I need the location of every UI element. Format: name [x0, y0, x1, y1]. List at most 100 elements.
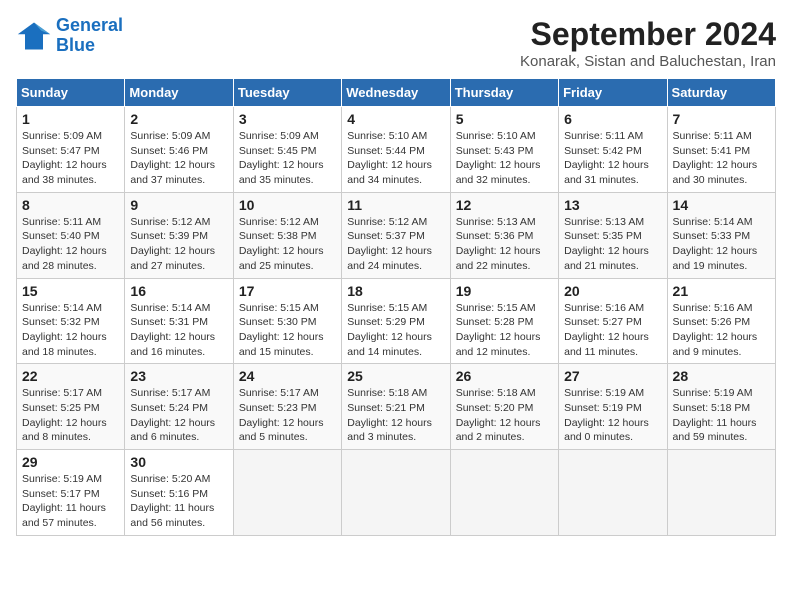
- day-number: 28: [673, 368, 770, 384]
- calendar-cell: 4 Sunrise: 5:10 AM Sunset: 5:44 PM Daylig…: [342, 107, 450, 193]
- day-info: Sunrise: 5:16 AM Sunset: 5:26 PM Dayligh…: [673, 301, 770, 360]
- day-number: 7: [673, 111, 770, 127]
- day-info: Sunrise: 5:19 AM Sunset: 5:18 PM Dayligh…: [673, 386, 770, 445]
- week-row-1: 1 Sunrise: 5:09 AM Sunset: 5:47 PM Daylig…: [17, 107, 776, 193]
- calendar-cell: 3Sunrise: 5:09 AM Sunset: 5:45 PM Daylig…: [233, 107, 341, 193]
- day-info: Sunrise: 5:11 AM Sunset: 5:41 PM Dayligh…: [673, 129, 770, 188]
- calendar-cell: 23 Sunrise: 5:17 AM Sunset: 5:24 PM Dayli…: [125, 364, 233, 450]
- day-info: Sunrise: 5:16 AM Sunset: 5:27 PM Dayligh…: [564, 301, 661, 360]
- weekday-header-saturday: Saturday: [667, 79, 775, 107]
- weekday-header-friday: Friday: [559, 79, 667, 107]
- day-info: Sunrise: 5:18 AM Sunset: 5:20 PM Dayligh…: [456, 386, 553, 445]
- calendar-cell: 20 Sunrise: 5:16 AM Sunset: 5:27 PM Dayli…: [559, 278, 667, 364]
- day-info: Sunrise: 5:15 AM Sunset: 5:28 PM Dayligh…: [456, 301, 553, 360]
- day-info: Sunrise: 5:19 AM Sunset: 5:17 PM Dayligh…: [22, 472, 119, 531]
- calendar-header: SundayMondayTuesdayWednesdayThursdayFrid…: [17, 79, 776, 107]
- calendar-cell: 11 Sunrise: 5:12 AM Sunset: 5:37 PM Dayli…: [342, 192, 450, 278]
- day-number: 26: [456, 368, 553, 384]
- day-info: Sunrise: 5:17 AM Sunset: 5:23 PM Dayligh…: [239, 386, 336, 445]
- calendar-cell: 10Sunrise: 5:12 AM Sunset: 5:38 PM Dayli…: [233, 192, 341, 278]
- day-info: Sunrise: 5:11 AM Sunset: 5:42 PM Dayligh…: [564, 129, 661, 188]
- calendar-cell: [342, 450, 450, 536]
- day-info: Sunrise: 5:17 AM Sunset: 5:25 PM Dayligh…: [22, 386, 119, 445]
- calendar-cell: [233, 450, 341, 536]
- day-number: 1: [22, 111, 119, 127]
- day-info: Sunrise: 5:20 AM Sunset: 5:16 PM Dayligh…: [130, 472, 227, 531]
- logo-text: General Blue: [56, 16, 123, 56]
- day-info: Sunrise: 5:13 AM Sunset: 5:36 PM Dayligh…: [456, 215, 553, 274]
- calendar-cell: 16 Sunrise: 5:14 AM Sunset: 5:31 PM Dayli…: [125, 278, 233, 364]
- day-number: 12: [456, 197, 553, 213]
- day-number: 21: [673, 283, 770, 299]
- week-row-4: 22 Sunrise: 5:17 AM Sunset: 5:25 PM Dayli…: [17, 364, 776, 450]
- day-number: 29: [22, 454, 119, 470]
- calendar-body: 1 Sunrise: 5:09 AM Sunset: 5:47 PM Daylig…: [17, 107, 776, 536]
- day-number: 30: [130, 454, 227, 470]
- day-info: Sunrise: 5:17 AM Sunset: 5:24 PM Dayligh…: [130, 386, 227, 445]
- month-title: September 2024: [520, 16, 776, 53]
- calendar-cell: [559, 450, 667, 536]
- calendar-cell: 29 Sunrise: 5:19 AM Sunset: 5:17 PM Dayli…: [17, 450, 125, 536]
- day-info: Sunrise: 5:09 AM Sunset: 5:47 PM Dayligh…: [22, 129, 119, 188]
- day-info: Sunrise: 5:15 AM Sunset: 5:30 PM Dayligh…: [239, 301, 336, 360]
- day-info: Sunrise: 5:13 AM Sunset: 5:35 PM Dayligh…: [564, 215, 661, 274]
- calendar-cell: 14 Sunrise: 5:14 AM Sunset: 5:33 PM Dayli…: [667, 192, 775, 278]
- day-info: Sunrise: 5:14 AM Sunset: 5:31 PM Dayligh…: [130, 301, 227, 360]
- calendar-cell: 9Sunrise: 5:12 AM Sunset: 5:39 PM Daylig…: [125, 192, 233, 278]
- calendar-cell: 18 Sunrise: 5:15 AM Sunset: 5:29 PM Dayli…: [342, 278, 450, 364]
- day-number: 13: [564, 197, 661, 213]
- week-row-3: 15Sunrise: 5:14 AM Sunset: 5:32 PM Dayli…: [17, 278, 776, 364]
- day-number: 23: [130, 368, 227, 384]
- day-number: 24: [239, 368, 336, 384]
- day-info: Sunrise: 5:09 AM Sunset: 5:45 PM Dayligh…: [239, 129, 336, 188]
- calendar-cell: 5Sunrise: 5:10 AM Sunset: 5:43 PM Daylig…: [450, 107, 558, 193]
- day-info: Sunrise: 5:19 AM Sunset: 5:19 PM Dayligh…: [564, 386, 661, 445]
- day-info: Sunrise: 5:10 AM Sunset: 5:44 PM Dayligh…: [347, 129, 444, 188]
- weekday-header-thursday: Thursday: [450, 79, 558, 107]
- calendar-table: SundayMondayTuesdayWednesdayThursdayFrid…: [16, 78, 776, 536]
- day-info: Sunrise: 5:18 AM Sunset: 5:21 PM Dayligh…: [347, 386, 444, 445]
- day-info: Sunrise: 5:09 AM Sunset: 5:46 PM Dayligh…: [130, 129, 227, 188]
- calendar-cell: 24 Sunrise: 5:17 AM Sunset: 5:23 PM Dayli…: [233, 364, 341, 450]
- day-info: Sunrise: 5:15 AM Sunset: 5:29 PM Dayligh…: [347, 301, 444, 360]
- day-number: 6: [564, 111, 661, 127]
- weekday-header-row: SundayMondayTuesdayWednesdayThursdayFrid…: [17, 79, 776, 107]
- day-number: 2: [130, 111, 227, 127]
- weekday-header-sunday: Sunday: [17, 79, 125, 107]
- day-number: 22: [22, 368, 119, 384]
- calendar-cell: 6 Sunrise: 5:11 AM Sunset: 5:42 PM Daylig…: [559, 107, 667, 193]
- week-row-2: 8Sunrise: 5:11 AM Sunset: 5:40 PM Daylig…: [17, 192, 776, 278]
- day-number: 20: [564, 283, 661, 299]
- calendar-cell: [667, 450, 775, 536]
- location-subtitle: Konarak, Sistan and Baluchestan, Iran: [520, 53, 776, 70]
- day-info: Sunrise: 5:12 AM Sunset: 5:38 PM Dayligh…: [239, 215, 336, 274]
- title-area: September 2024 Konarak, Sistan and Baluc…: [520, 16, 776, 70]
- day-info: Sunrise: 5:12 AM Sunset: 5:37 PM Dayligh…: [347, 215, 444, 274]
- day-number: 18: [347, 283, 444, 299]
- day-number: 27: [564, 368, 661, 384]
- day-number: 4: [347, 111, 444, 127]
- week-row-5: 29 Sunrise: 5:19 AM Sunset: 5:17 PM Dayli…: [17, 450, 776, 536]
- day-info: Sunrise: 5:14 AM Sunset: 5:32 PM Dayligh…: [22, 301, 119, 360]
- calendar-cell: 22 Sunrise: 5:17 AM Sunset: 5:25 PM Dayli…: [17, 364, 125, 450]
- calendar-cell: 2 Sunrise: 5:09 AM Sunset: 5:46 PM Daylig…: [125, 107, 233, 193]
- calendar-cell: 25 Sunrise: 5:18 AM Sunset: 5:21 PM Dayli…: [342, 364, 450, 450]
- calendar-cell: 1 Sunrise: 5:09 AM Sunset: 5:47 PM Daylig…: [17, 107, 125, 193]
- weekday-header-monday: Monday: [125, 79, 233, 107]
- day-info: Sunrise: 5:12 AM Sunset: 5:39 PM Dayligh…: [130, 215, 227, 274]
- day-number: 25: [347, 368, 444, 384]
- calendar-cell: 13 Sunrise: 5:13 AM Sunset: 5:35 PM Dayli…: [559, 192, 667, 278]
- logo-line1: General: [56, 15, 123, 35]
- day-number: 11: [347, 197, 444, 213]
- logo-icon: [16, 18, 52, 54]
- day-number: 16: [130, 283, 227, 299]
- day-number: 17: [239, 283, 336, 299]
- calendar-cell: 19Sunrise: 5:15 AM Sunset: 5:28 PM Dayli…: [450, 278, 558, 364]
- calendar-cell: 17 Sunrise: 5:15 AM Sunset: 5:30 PM Dayli…: [233, 278, 341, 364]
- day-number: 14: [673, 197, 770, 213]
- day-info: Sunrise: 5:14 AM Sunset: 5:33 PM Dayligh…: [673, 215, 770, 274]
- day-number: 8: [22, 197, 119, 213]
- weekday-header-tuesday: Tuesday: [233, 79, 341, 107]
- weekday-header-wednesday: Wednesday: [342, 79, 450, 107]
- calendar-cell: 27 Sunrise: 5:19 AM Sunset: 5:19 PM Dayli…: [559, 364, 667, 450]
